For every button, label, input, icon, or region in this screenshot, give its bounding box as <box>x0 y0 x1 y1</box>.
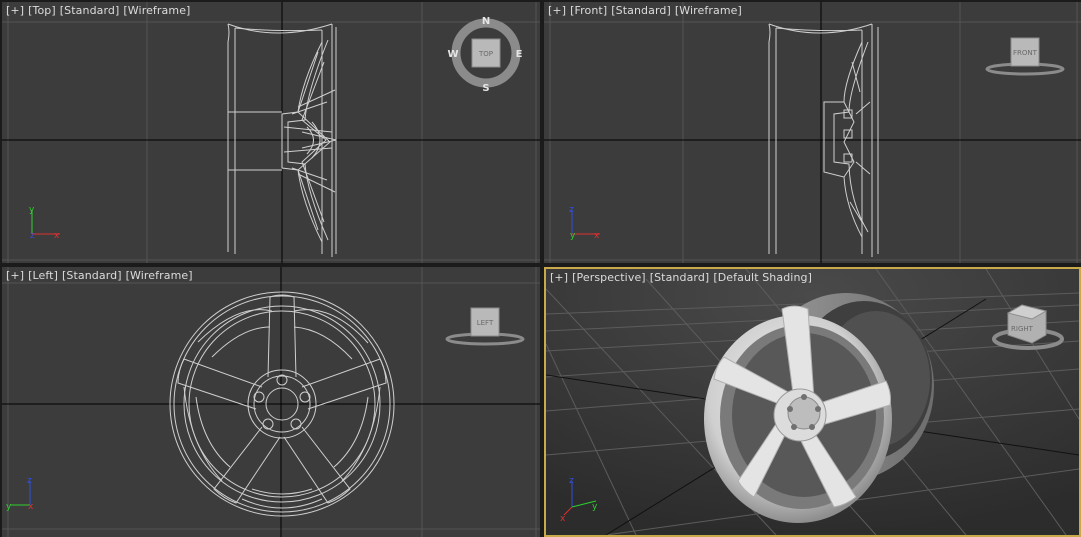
viewport-persp-view-menu[interactable]: [Perspective] <box>572 271 646 284</box>
viewport-left-view-menu[interactable]: [Left] <box>28 269 58 282</box>
viewport-left-plus-menu[interactable]: [+] <box>6 269 24 282</box>
viewport-persp-plus-menu[interactable]: [+] <box>550 271 568 284</box>
viewport-top[interactable]: [+] [Top] [Standard] [Wireframe] TOP N S… <box>2 2 540 263</box>
front-world-axes <box>544 2 1081 263</box>
viewport-left-mode-menu[interactable]: [Standard] <box>62 269 122 282</box>
axis-z-label: z <box>30 231 35 241</box>
top-viewcube[interactable]: TOP N S E W <box>447 16 522 94</box>
viewport-left-shading-menu[interactable]: [Wireframe] <box>126 269 193 282</box>
viewport-front-view-menu[interactable]: [Front] <box>570 4 607 17</box>
front-grid <box>544 2 1081 263</box>
axis-y-label: y <box>570 231 576 241</box>
viewport-top-plus-menu[interactable]: [+] <box>6 4 24 17</box>
axis-z-label: z <box>569 476 574 486</box>
viewport-front-plus-menu[interactable]: [+] <box>548 4 566 17</box>
viewcube-top-label: TOP <box>478 50 493 58</box>
viewport-top-shading-menu[interactable]: [Wireframe] <box>123 4 190 17</box>
viewport-front-label: [+] [Front] [Standard] [Wireframe] <box>548 4 746 17</box>
viewport-perspective-scene: RIGHT z y x <box>546 269 1079 535</box>
viewport-front-scene: FRONT z y x <box>544 2 1081 263</box>
front-viewcube[interactable]: FRONT <box>985 37 1065 76</box>
left-axis-tripod: z y x <box>6 476 34 512</box>
viewport-left[interactable]: [+] [Left] [Standard] [Wireframe] LEFT z… <box>2 267 540 537</box>
compass-south[interactable]: S <box>482 83 489 94</box>
axis-z-label: z <box>27 476 32 486</box>
axis-x-label: x <box>560 514 566 524</box>
viewport-persp-mode-menu[interactable]: [Standard] <box>650 271 710 284</box>
viewcube-front-label: FRONT <box>1013 49 1038 57</box>
axis-x-label: x <box>594 231 600 241</box>
viewport-left-label: [+] [Left] [Standard] [Wireframe] <box>6 269 197 282</box>
compass-north[interactable]: N <box>482 16 490 27</box>
viewport-front[interactable]: [+] [Front] [Standard] [Wireframe] FRONT… <box>544 2 1081 263</box>
viewport-front-mode-menu[interactable]: [Standard] <box>611 4 671 17</box>
front-axis-tripod: z y x <box>569 205 600 241</box>
viewport-front-shading-menu[interactable]: [Wireframe] <box>675 4 742 17</box>
top-axis-tripod: y z x <box>29 205 60 241</box>
viewcube-left-label: LEFT <box>477 319 494 327</box>
viewport-left-scene: LEFT z y x <box>2 267 540 537</box>
compass-west[interactable]: W <box>447 49 458 60</box>
viewport-perspective[interactable]: [+] [Perspective] [Standard] [Default Shadi… <box>544 267 1081 537</box>
viewport-perspective-label: [+] [Perspective] [Standard] [Default Shadi… <box>550 271 816 284</box>
axis-z-label: z <box>569 205 574 215</box>
viewport-persp-shading-menu[interactable]: [Default Shading] <box>713 271 812 284</box>
left-viewcube[interactable]: LEFT <box>445 307 525 346</box>
viewport-top-view-menu[interactable]: [Top] <box>28 4 56 17</box>
axis-x-label: x <box>28 502 34 512</box>
axis-y-label: y <box>592 502 598 512</box>
viewport-top-label: [+] [Top] [Standard] [Wireframe] <box>6 4 194 17</box>
axis-y-label: y <box>6 502 12 512</box>
viewport-top-mode-menu[interactable]: [Standard] <box>60 4 120 17</box>
axis-x-label: x <box>54 231 60 241</box>
axis-y-label: y <box>29 205 35 215</box>
viewport-layout: [+] [Top] [Standard] [Wireframe] TOP N S… <box>0 0 1081 537</box>
viewport-top-scene: TOP N S E W y z x <box>2 2 540 263</box>
viewcube-right-label: RIGHT <box>1011 325 1034 333</box>
compass-east[interactable]: E <box>516 49 523 60</box>
